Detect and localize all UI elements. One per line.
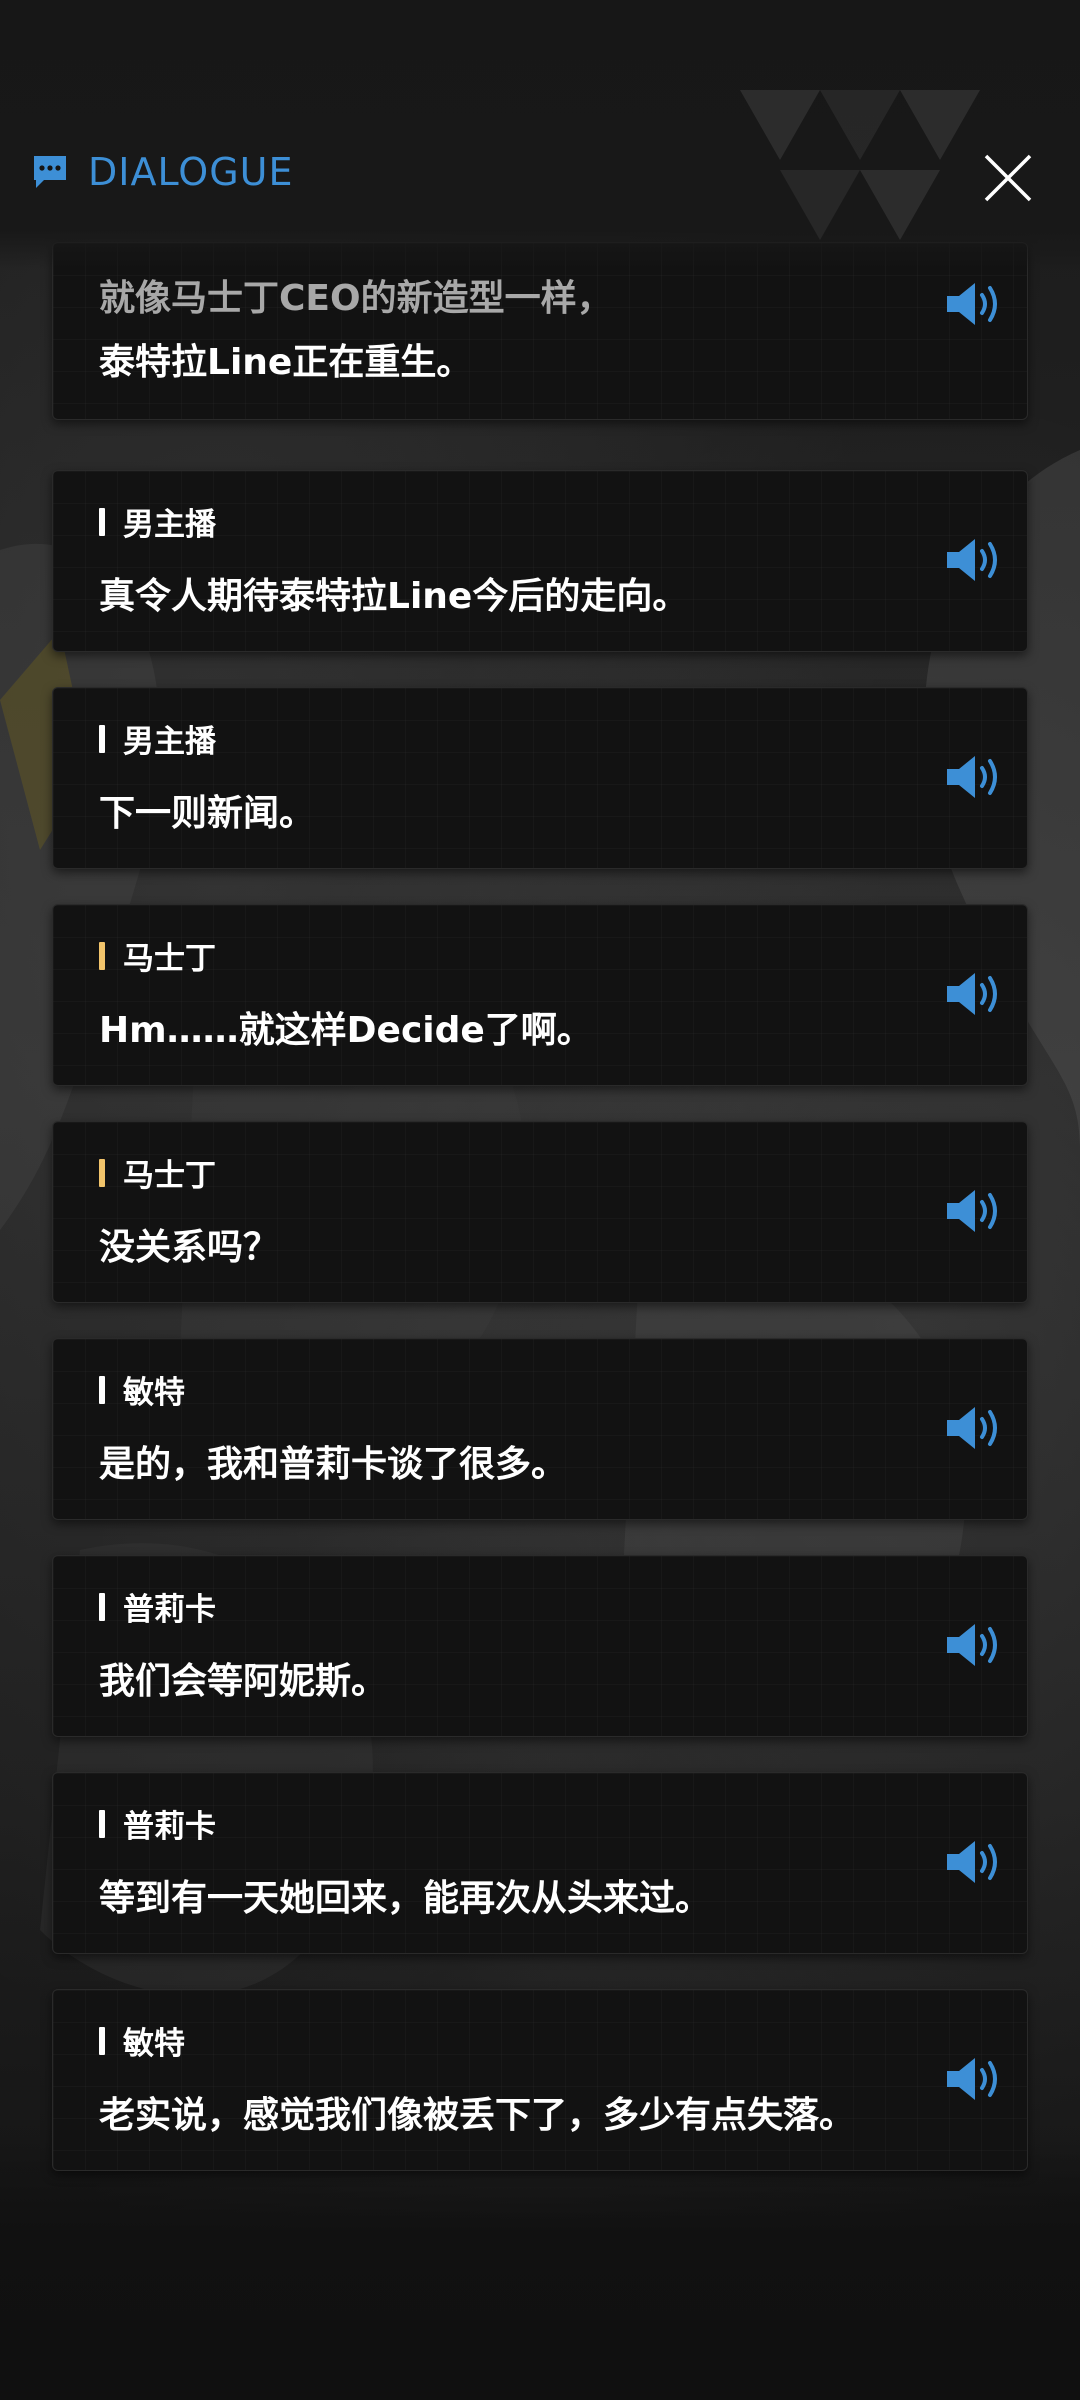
dialogue-text: 等到有一天她回来，能再次从头来过。 — [99, 1878, 712, 1919]
play-voice-button[interactable] — [945, 1837, 1005, 1887]
dialogue-text-line: 泰特拉Line正在重生。 — [99, 342, 473, 383]
speaker-row: 男主播 — [99, 716, 216, 761]
speaker-marker — [99, 941, 105, 970]
speaker-name: 普莉卡 — [123, 1592, 216, 1628]
dialogue-entry: 敏特 是的，我和普莉卡谈了很多。 — [52, 1338, 1028, 1520]
speaker-name: 男主播 — [123, 724, 216, 760]
play-voice-button[interactable] — [945, 2054, 1005, 2104]
dialogue-text: 是的，我和普莉卡谈了很多。 — [99, 1444, 568, 1485]
bottom-fade-overlay — [0, 2140, 1080, 2400]
play-voice-button[interactable] — [945, 969, 1005, 1019]
speaker-volume-icon — [947, 973, 997, 1015]
dialogue-text: 下一则新闻。 — [99, 793, 316, 834]
dialogue-entry: 马士丁 没关系吗？ — [52, 1121, 1028, 1303]
speaker-marker — [99, 724, 105, 753]
speaker-row: 普莉卡 — [99, 1584, 216, 1629]
play-voice-button[interactable] — [945, 1403, 1005, 1453]
speaker-volume-icon — [947, 539, 997, 581]
speaker-volume-icon — [947, 2058, 997, 2100]
dialogue-text-line: 就像马士丁CEO的新造型一样， — [99, 278, 613, 319]
speaker-volume-icon — [947, 283, 997, 325]
speaker-name: 马士丁 — [123, 1158, 216, 1194]
speaker-marker — [99, 1375, 105, 1404]
dialogue-text: Hm……就这样Decide了啊。 — [99, 1010, 593, 1051]
dialogue-entry: 普莉卡 我们会等阿妮斯。 — [52, 1555, 1028, 1737]
page-title: DIALOGUE — [88, 150, 294, 194]
speaker-volume-icon — [947, 1190, 997, 1232]
speaker-row: 普莉卡 — [99, 1801, 216, 1846]
decorative-triangle-pattern — [740, 90, 980, 240]
speaker-name: 敏特 — [123, 2026, 185, 2062]
speaker-row: 马士丁 — [99, 933, 216, 978]
speaker-row: 敏特 — [99, 2018, 185, 2063]
dialogue-entry: 马士丁 Hm……就这样Decide了啊。 — [52, 904, 1028, 1086]
dialogue-text: 没关系吗？ — [99, 1227, 280, 1268]
dialogue-text: 老实说，感觉我们像被丢下了，多少有点失落。 — [99, 2095, 856, 2136]
play-voice-button[interactable] — [945, 279, 1005, 329]
speaker-row: 敏特 — [99, 1367, 185, 1412]
speaker-row: 男主播 — [99, 499, 216, 544]
speaker-name: 普莉卡 — [123, 1809, 216, 1845]
chat-bubble-icon — [34, 156, 66, 188]
speaker-marker — [99, 1809, 105, 1838]
speaker-volume-icon — [947, 1624, 997, 1666]
speaker-row: 马士丁 — [99, 1150, 216, 1195]
header-title-group: DIALOGUE — [30, 150, 293, 194]
dialogue-text: 我们会等阿妮斯。 — [99, 1661, 388, 1702]
play-voice-button[interactable] — [945, 1620, 1005, 1670]
dialogue-header: DIALOGUE — [0, 0, 1080, 270]
speaker-marker — [99, 1158, 105, 1187]
close-button[interactable] — [978, 148, 1038, 208]
speaker-name: 敏特 — [123, 1375, 185, 1411]
play-voice-button[interactable] — [945, 1186, 1005, 1236]
speaker-marker — [99, 507, 105, 536]
speaker-volume-icon — [947, 756, 997, 798]
dialogue-screen: DIALOGUE 就像马士丁CEO的新造型一样， 泰特拉Line正在重生。 男主… — [0, 0, 1080, 2400]
dialogue-text: 真令人期待泰特拉Line今后的走向。 — [99, 576, 689, 617]
speaker-name: 男主播 — [123, 507, 216, 543]
play-voice-button[interactable] — [945, 535, 1005, 585]
dialogue-entry: 男主播 下一则新闻。 — [52, 687, 1028, 869]
speaker-name: 马士丁 — [123, 941, 216, 977]
speaker-volume-icon — [947, 1841, 997, 1883]
dialogue-entry: 敏特 老实说，感觉我们像被丢下了，多少有点失落。 — [52, 1989, 1028, 2171]
dialogue-entry: 普莉卡 等到有一天她回来，能再次从头来过。 — [52, 1772, 1028, 1954]
speaker-marker — [99, 1592, 105, 1621]
speaker-marker — [99, 2026, 105, 2055]
play-voice-button[interactable] — [945, 752, 1005, 802]
speaker-volume-icon — [947, 1407, 997, 1449]
dialogue-entry: 男主播 真令人期待泰特拉Line今后的走向。 — [52, 470, 1028, 652]
close-icon — [984, 154, 1032, 202]
